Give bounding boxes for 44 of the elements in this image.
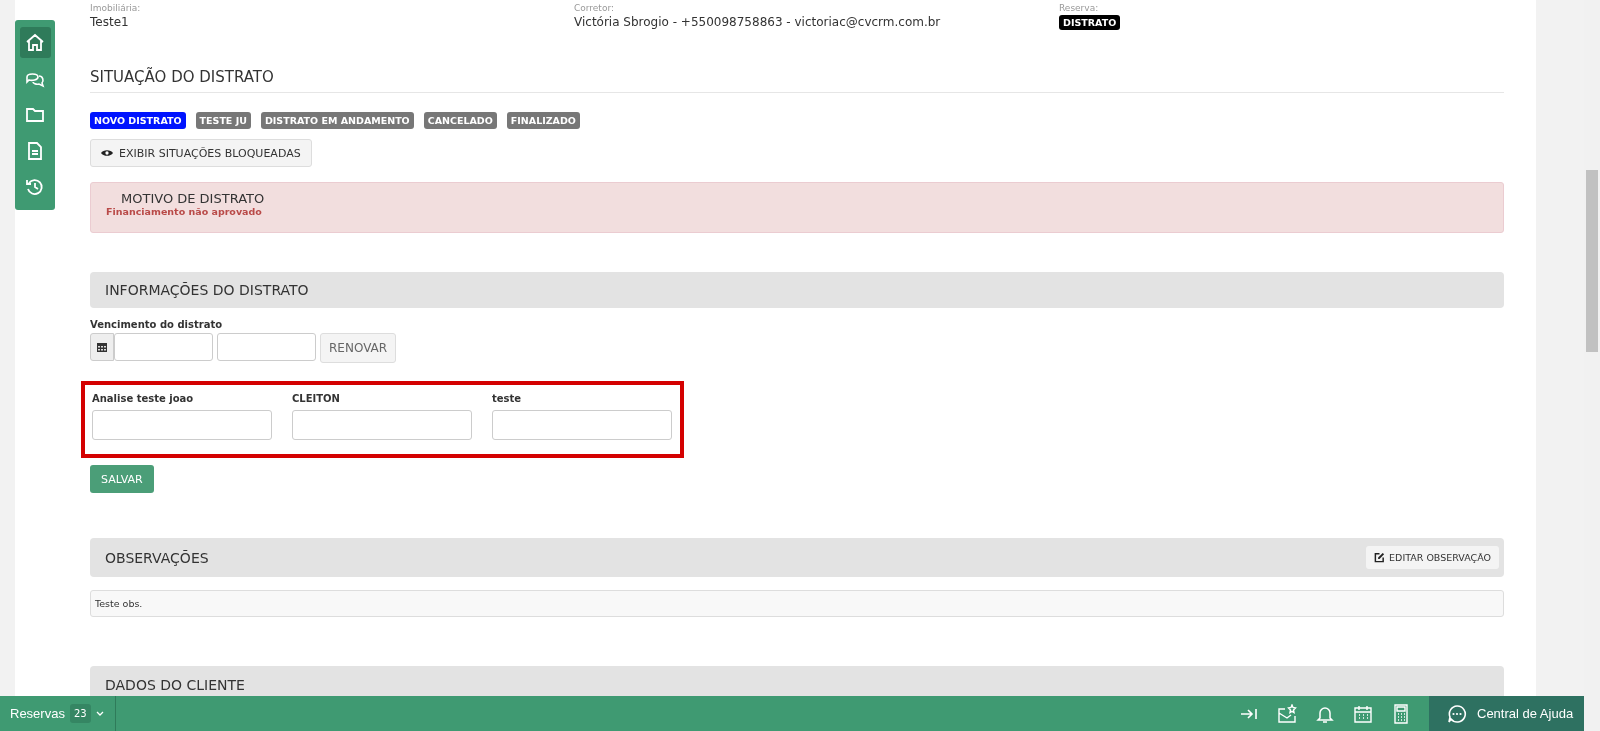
section-title: SITUAÇÃO DO DISTRATO [90,68,274,86]
section-title: OBSERVAÇÕES [105,549,209,566]
field-label: Imobiliária: [90,3,141,13]
chevron-down-icon[interactable] [95,711,104,716]
calendar-icon[interactable] [1353,703,1373,724]
calendar-button[interactable] [90,333,114,361]
field-label: Analise teste joao [92,393,194,404]
home-icon[interactable] [19,27,51,58]
input-field[interactable] [292,410,472,440]
status-tag[interactable]: CANCELADO [423,112,497,129]
renew-button[interactable]: RENOVAR [320,333,397,363]
section-title: INFORMAÇÕES DO DISTRATO [105,282,309,298]
eye-icon [101,149,113,157]
time-input[interactable] [217,333,316,361]
field-label: Reserva: [1059,3,1099,13]
alert-text: Financiamento não aprovado [106,206,262,217]
envelope-star-icon[interactable] [1277,703,1297,724]
save-button[interactable]: SALVAR [90,465,154,493]
section-title: DADOS DO CLIENTE [105,677,245,693]
edit-icon [1374,552,1386,563]
notes-text: Teste obs. [95,598,143,609]
count-badge: 23 [69,704,91,723]
field-label: Corretor: [574,3,614,13]
reservations-label[interactable]: Reservas [0,706,65,721]
status-tag[interactable]: DISTRATO EM ANDAMENTO [260,112,414,129]
date-input[interactable] [114,333,213,361]
field-label: Vencimento do distrato [90,319,223,330]
status-tag[interactable]: TESTE JU [195,112,251,129]
show-blocked-button[interactable]: EXIBIR SITUAÇÕES BLOQUEADAS [90,139,312,167]
alert-title: MOTIVO DE DISTRATO [120,191,265,206]
calendar-icon [97,342,107,352]
calculator-icon[interactable] [1391,703,1411,724]
help-center-button[interactable]: Central de Ajuda [1429,696,1584,731]
chat-bubble-icon [1447,703,1467,724]
field-label: teste [492,393,522,404]
edit-button[interactable]: EDITAR OBSERVAÇÃO [1366,546,1499,569]
input-field[interactable] [92,410,272,440]
status-tag[interactable]: FINALIZADO [506,112,580,129]
field-value: Victória Sbrogio - +550098758863 - victoriac@cvcrm.com.br [574,15,941,29]
field-label: CLEITON [292,393,340,404]
status-badge: DISTRATO [1059,15,1121,30]
input-field[interactable] [492,410,672,440]
status-tag[interactable]: NOVO DISTRATO [90,112,186,129]
field-value: Teste1 [90,15,129,29]
